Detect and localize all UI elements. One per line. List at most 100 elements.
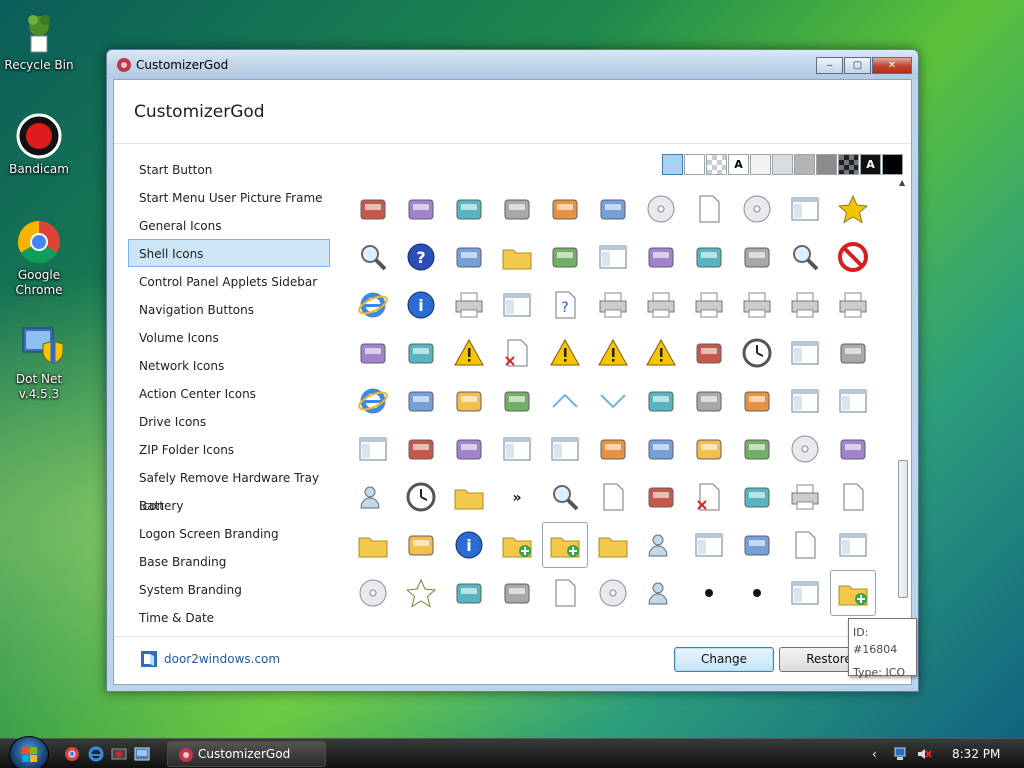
icon-cell[interactable] (542, 378, 588, 424)
sidebar-item-start-button[interactable]: Start Button (128, 155, 330, 183)
icon-cell[interactable] (350, 234, 396, 280)
icon-cell[interactable] (542, 234, 588, 280)
bandicam-quicklaunch-icon[interactable] (111, 746, 127, 762)
icon-cell[interactable] (446, 570, 492, 616)
icon-cell[interactable] (638, 234, 684, 280)
icon-cell[interactable] (398, 176, 444, 184)
icon-cell[interactable] (830, 282, 876, 328)
icon-cell[interactable] (494, 522, 540, 568)
sidebar-item-navigation-buttons[interactable]: Navigation Buttons (128, 295, 330, 323)
icon-cell[interactable] (686, 186, 732, 232)
icon-cell[interactable] (686, 474, 732, 520)
icon-cell[interactable] (830, 234, 876, 280)
scrollbar-thumb[interactable] (898, 460, 908, 598)
icon-cell[interactable] (446, 176, 492, 184)
icon-cell[interactable] (638, 330, 684, 376)
icon-cell[interactable] (590, 186, 636, 232)
icon-cell[interactable] (782, 176, 828, 184)
icon-cell[interactable] (398, 186, 444, 232)
icon-cell[interactable] (638, 426, 684, 472)
icon-cell[interactable] (590, 426, 636, 472)
icon-cell[interactable] (590, 234, 636, 280)
close-button[interactable]: ✕ (872, 57, 912, 74)
icon-cell[interactable] (686, 426, 732, 472)
background-swatch[interactable] (772, 154, 793, 175)
icon-cell[interactable]: ? (398, 234, 444, 280)
taskbar-app-customizergod[interactable]: CustomizerGod (167, 741, 326, 767)
icon-cell[interactable] (350, 282, 396, 328)
sidebar-item-base-branding[interactable]: Base Branding (128, 547, 330, 575)
background-swatch[interactable] (794, 154, 815, 175)
icon-cell[interactable] (734, 330, 780, 376)
background-swatch[interactable] (706, 154, 727, 175)
background-swatch[interactable] (684, 154, 705, 175)
icon-cell[interactable] (782, 474, 828, 520)
show-desktop-icon[interactable] (134, 746, 150, 762)
icon-cell[interactable] (446, 474, 492, 520)
icon-cell[interactable] (782, 282, 828, 328)
icon-cell[interactable]: i (446, 522, 492, 568)
desktop-icon-chrome[interactable]: Google Chrome (0, 218, 78, 298)
network-tray-icon[interactable] (893, 746, 909, 762)
minimize-button[interactable]: ‒ (816, 57, 843, 74)
sidebar-item-network-icons[interactable]: Network Icons (128, 351, 330, 379)
icon-cell[interactable] (446, 282, 492, 328)
icon-cell[interactable] (734, 176, 780, 184)
icon-cell[interactable] (542, 330, 588, 376)
sidebar-item-safely-remove-hardware-tray-icon[interactable]: Safely Remove Hardware Tray Icon (128, 463, 330, 513)
icon-cell[interactable] (782, 186, 828, 232)
internet-explorer-quicklaunch-icon[interactable] (88, 746, 104, 762)
icon-cell[interactable] (590, 474, 636, 520)
icon-cell[interactable] (830, 570, 876, 616)
icon-cell[interactable] (590, 522, 636, 568)
icon-cell[interactable] (590, 378, 636, 424)
icon-cell[interactable] (830, 378, 876, 424)
icon-cell[interactable] (494, 426, 540, 472)
icon-cell[interactable] (734, 282, 780, 328)
tray-expand-button[interactable]: ‹ (872, 747, 877, 761)
icon-cell[interactable] (494, 378, 540, 424)
scroll-up-icon[interactable]: ▲ (899, 178, 905, 187)
icon-cell[interactable] (446, 330, 492, 376)
icon-cell[interactable] (494, 186, 540, 232)
icon-cell[interactable] (686, 378, 732, 424)
desktop-icon-dotnet[interactable]: Dot Net v.4.5.3 (0, 322, 78, 402)
icon-cell[interactable] (734, 474, 780, 520)
icon-cell[interactable] (734, 186, 780, 232)
icon-cell[interactable]: » (494, 474, 540, 520)
icon-cell[interactable] (494, 330, 540, 376)
icon-cell[interactable] (638, 282, 684, 328)
icon-cell[interactable] (686, 570, 732, 616)
start-button[interactable] (9, 736, 49, 768)
sidebar-item-logon-screen-branding[interactable]: Logon Screen Branding (128, 519, 330, 547)
icon-cell[interactable] (590, 330, 636, 376)
icon-cell[interactable] (734, 522, 780, 568)
sidebar-item-battery[interactable]: Battery (128, 491, 330, 519)
sidebar-item-system-branding[interactable]: System Branding (128, 575, 330, 603)
icon-cell[interactable] (734, 234, 780, 280)
icon-cell[interactable] (494, 234, 540, 280)
icon-cell[interactable] (398, 570, 444, 616)
sidebar-item-general-icons[interactable]: General Icons (128, 211, 330, 239)
background-swatch[interactable] (662, 154, 683, 175)
icon-cell[interactable] (782, 330, 828, 376)
background-swatch[interactable] (750, 154, 771, 175)
icon-cell[interactable]: ? (542, 282, 588, 328)
chrome-quicklaunch-icon[interactable] (64, 746, 80, 762)
window-titlebar[interactable]: CustomizerGod ‒ ▢ ✕ (107, 50, 918, 79)
icon-cell[interactable] (446, 426, 492, 472)
icon-cell[interactable] (350, 570, 396, 616)
icon-cell[interactable] (638, 522, 684, 568)
icon-cell[interactable] (494, 176, 540, 184)
icon-cell[interactable]: i (398, 282, 444, 328)
sidebar-item-time-date[interactable]: Time & Date (128, 603, 330, 631)
icon-cell[interactable] (686, 522, 732, 568)
icon-cell[interactable] (398, 378, 444, 424)
icon-cell[interactable] (782, 234, 828, 280)
icon-cell[interactable] (398, 522, 444, 568)
icon-cell[interactable] (590, 570, 636, 616)
background-swatch[interactable] (816, 154, 837, 175)
icon-cell[interactable] (542, 522, 588, 568)
sidebar-item-shell-icons[interactable]: Shell Icons (128, 239, 330, 267)
icon-cell[interactable] (542, 474, 588, 520)
